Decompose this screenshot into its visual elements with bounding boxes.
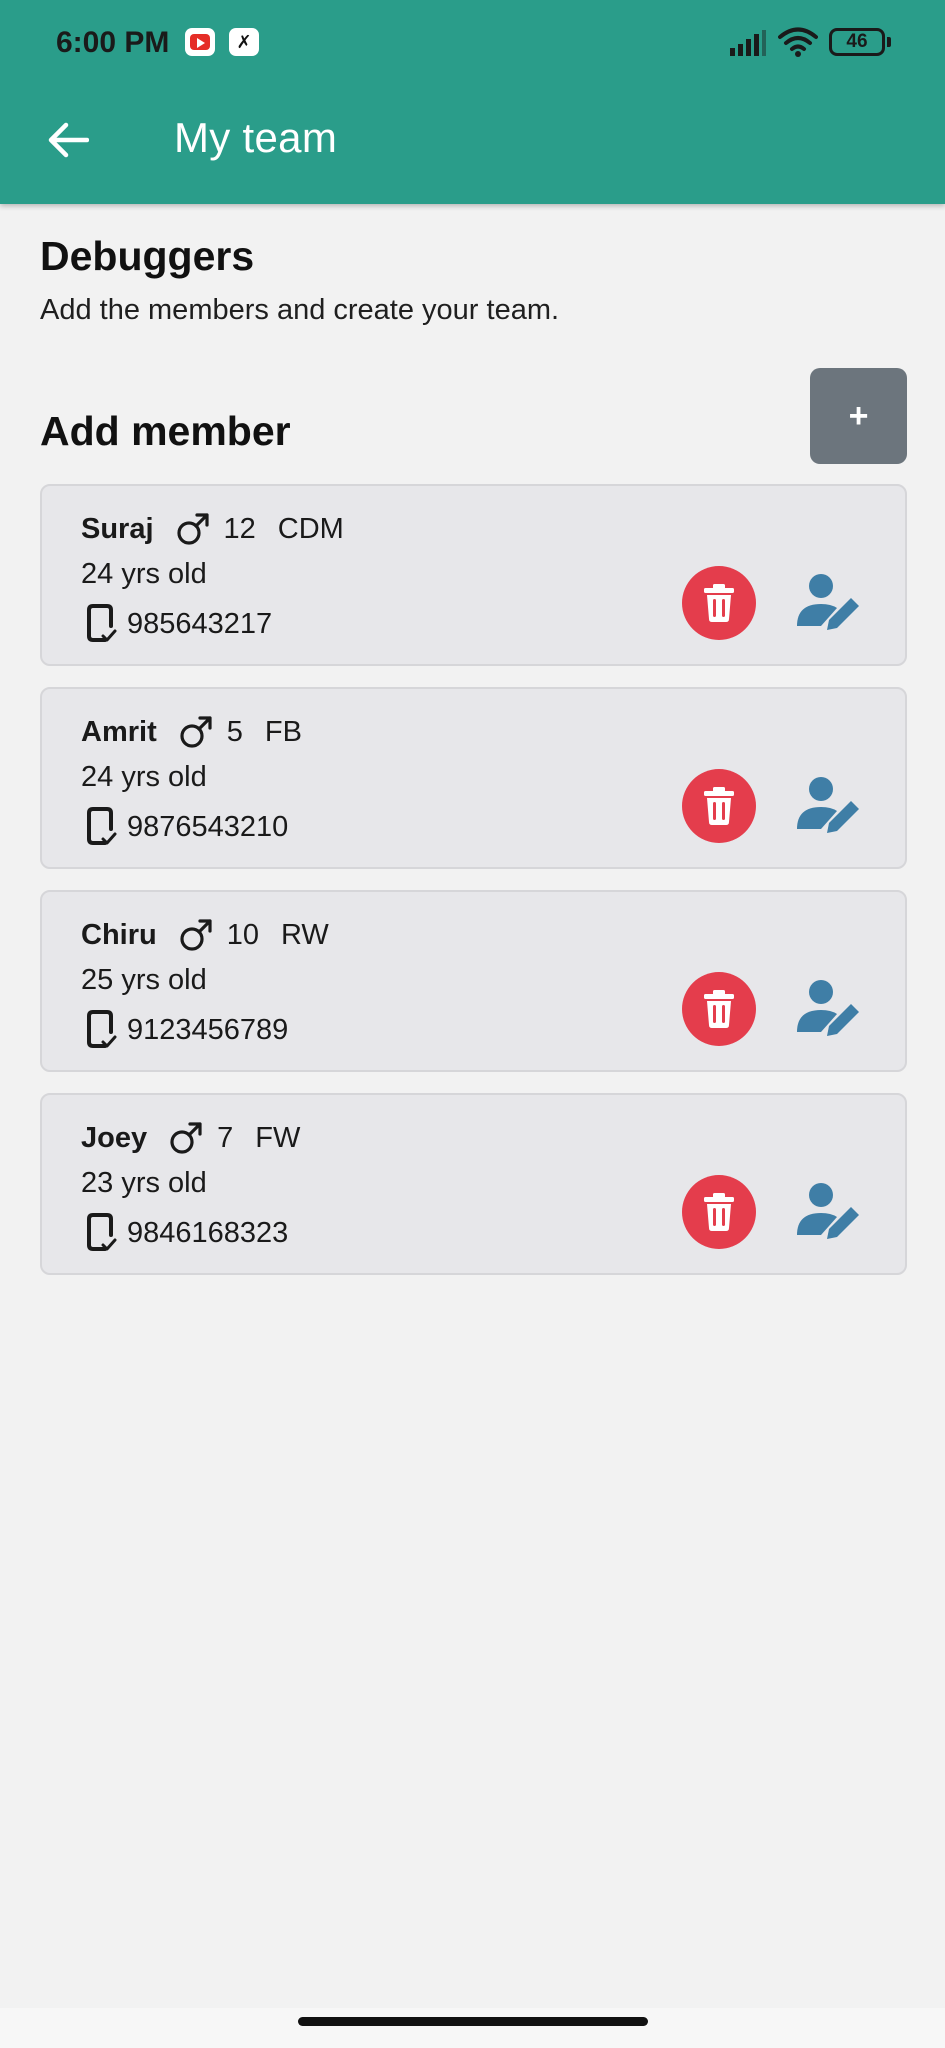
- member-jersey-number: 12: [223, 512, 256, 545]
- phone-verified-icon: [87, 807, 117, 847]
- phone-verified-icon: [87, 1010, 117, 1050]
- member-header: Chiru 10 RW: [81, 918, 329, 952]
- member-phone-row: 9123456789: [87, 1010, 288, 1050]
- member-age: 25 yrs old: [81, 964, 207, 996]
- member-name: Suraj: [81, 512, 154, 545]
- edit-member-button[interactable]: [792, 566, 866, 640]
- member-age: 23 yrs old: [81, 1167, 207, 1199]
- member-age: 24 yrs old: [81, 761, 207, 793]
- delete-member-button[interactable]: [682, 1175, 756, 1249]
- member-position: FB: [264, 715, 302, 748]
- member-header: Amrit 5 FB: [81, 715, 302, 749]
- navigation-bar: [0, 2008, 945, 2048]
- app-notification-icon: ✗: [229, 28, 259, 56]
- status-time: 6:00 PM: [56, 26, 170, 59]
- member-name: Amrit: [81, 715, 157, 748]
- male-icon: [179, 715, 213, 749]
- member-card: Chiru 10 RW 25 yrs old 9123456789: [40, 890, 907, 1072]
- trash-icon: [704, 584, 734, 622]
- phone-verified-icon: [87, 1213, 117, 1253]
- add-member-heading: Add member: [40, 408, 291, 454]
- user-edit-icon: [797, 777, 859, 833]
- member-card: Joey 7 FW 23 yrs old 9846168323: [40, 1093, 907, 1275]
- member-jersey-number: 10: [226, 918, 259, 951]
- male-icon: [176, 512, 210, 546]
- team-name: Debuggers: [40, 233, 255, 279]
- signal-icon: [730, 30, 766, 56]
- add-member-button[interactable]: +: [810, 368, 907, 464]
- member-card: Suraj 12 CDM 24 yrs old 985643217: [40, 484, 907, 666]
- member-phone: 9846168323: [127, 1216, 289, 1249]
- header: 6:00 PM ✗ 46 My team: [0, 0, 945, 204]
- member-age: 24 yrs old: [81, 558, 207, 590]
- member-name: Joey: [81, 1121, 148, 1154]
- delete-member-button[interactable]: [682, 972, 756, 1046]
- trash-icon: [704, 990, 734, 1028]
- battery-icon: 46: [829, 28, 891, 56]
- home-indicator[interactable]: [298, 2017, 648, 2026]
- team-subtitle: Add the members and create your team.: [40, 294, 560, 326]
- member-list: Suraj 12 CDM 24 yrs old 985643217 Amrit: [40, 484, 907, 1296]
- user-edit-icon: [797, 980, 859, 1036]
- member-phone-row: 9876543210: [87, 807, 288, 847]
- edit-member-button[interactable]: [792, 1175, 866, 1249]
- member-position: CDM: [277, 512, 344, 545]
- member-position: RW: [280, 918, 329, 951]
- arrow-left-icon: [48, 122, 89, 158]
- member-header: Joey 7 FW: [81, 1121, 300, 1155]
- wifi-icon: [778, 27, 818, 57]
- male-icon: [169, 1121, 203, 1155]
- member-position: FW: [255, 1121, 301, 1154]
- app-bar: My team: [0, 88, 945, 204]
- delete-member-button[interactable]: [682, 566, 756, 640]
- trash-icon: [704, 1193, 734, 1231]
- member-phone-row: 985643217: [87, 604, 272, 644]
- delete-member-button[interactable]: [682, 769, 756, 843]
- page-title: My team: [174, 114, 338, 161]
- member-header: Suraj 12 CDM: [81, 512, 344, 546]
- user-edit-icon: [797, 1183, 859, 1239]
- member-name: Chiru: [81, 918, 157, 951]
- member-phone: 9876543210: [127, 810, 289, 843]
- youtube-icon: [185, 28, 215, 56]
- phone-verified-icon: [87, 604, 117, 644]
- user-edit-icon: [797, 574, 859, 630]
- edit-member-button[interactable]: [792, 972, 866, 1046]
- member-jersey-number: 7: [217, 1121, 234, 1154]
- status-bar: 6:00 PM ✗ 46: [0, 0, 945, 88]
- back-button[interactable]: [36, 108, 100, 172]
- edit-member-button[interactable]: [792, 769, 866, 843]
- trash-icon: [704, 787, 734, 825]
- member-phone: 985643217: [127, 607, 273, 640]
- member-jersey-number: 5: [226, 715, 243, 748]
- member-card: Amrit 5 FB 24 yrs old 9876543210: [40, 687, 907, 869]
- member-phone: 9123456789: [127, 1013, 289, 1046]
- male-icon: [179, 918, 213, 952]
- member-phone-row: 9846168323: [87, 1213, 288, 1253]
